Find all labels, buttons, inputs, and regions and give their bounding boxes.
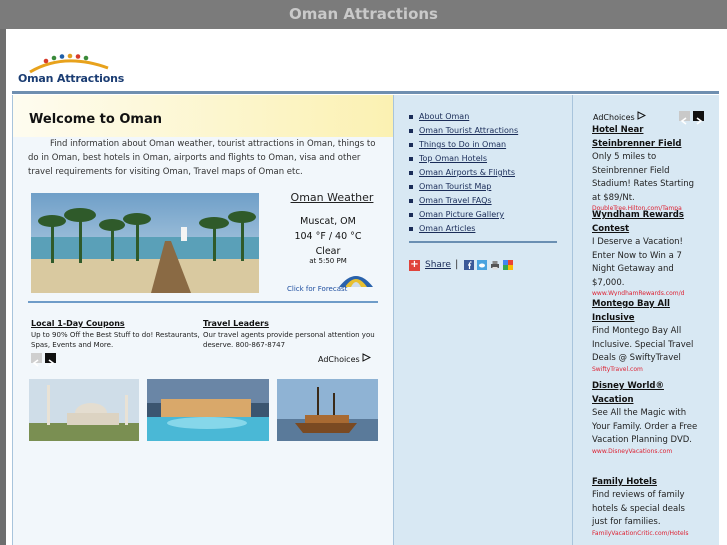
side-ad-wyndham[interactable]: Wyndham Rewards Contest I Deserve a Vaca… bbox=[592, 208, 702, 296]
side-ad-title[interactable]: Wyndham Rewards Contest bbox=[592, 208, 702, 236]
weather-city: Muscat, OM bbox=[300, 216, 356, 227]
ad-column: AdChoices Hotel Near Steinbrenner Field … bbox=[572, 95, 720, 545]
intro-text: Find information about Oman weather, tou… bbox=[28, 139, 376, 177]
nav-travel-faqs[interactable]: Oman Travel FAQs bbox=[409, 196, 518, 210]
share-plus-icon[interactable]: + bbox=[409, 260, 420, 271]
nav-label: Oman Articles bbox=[419, 224, 476, 233]
nav-picture-gallery[interactable]: Oman Picture Gallery bbox=[409, 210, 518, 224]
right-margin bbox=[719, 95, 727, 545]
twitter-icon[interactable] bbox=[477, 260, 487, 270]
resort-pool-photo[interactable] bbox=[147, 379, 269, 441]
bullet-icon bbox=[409, 184, 413, 189]
side-ad-montego[interactable]: Montego Bay All Inclusive Find Montego B… bbox=[592, 297, 702, 373]
weather-widget: Oman Weather Muscat, OM 104 °F / 40 °C C… bbox=[273, 191, 383, 265]
weather-title[interactable]: Oman Weather bbox=[281, 191, 383, 204]
side-ad-title[interactable]: Disney World® Vacation bbox=[592, 379, 702, 407]
header-divider bbox=[12, 91, 719, 94]
side-ad-body: Only 5 miles to Steinbrenner Field Stadi… bbox=[592, 152, 694, 203]
bullet-icon bbox=[409, 128, 413, 133]
nav-label: Oman Airports & Flights bbox=[419, 168, 515, 177]
nav-label: About Oman bbox=[419, 112, 470, 121]
adchoices-icon bbox=[637, 111, 647, 120]
weather-temperature: 104 °F / 40 °C bbox=[294, 231, 362, 242]
nav-column: About Oman Oman Tourist Attractions Thin… bbox=[393, 95, 572, 545]
forecast-link[interactable]: Click for Forecast bbox=[287, 285, 347, 293]
side-ad-family-hotels[interactable]: Family Hotels Find reviews of family hot… bbox=[592, 475, 702, 537]
ad-next-button[interactable] bbox=[45, 353, 56, 367]
side-ad-title[interactable]: Montego Bay All Inclusive bbox=[592, 297, 702, 325]
welcome-banner: Welcome to Oman bbox=[13, 95, 393, 137]
side-ad-body: Find Montego Bay All Inclusive. Special … bbox=[592, 326, 694, 363]
side-ad-disney[interactable]: Disney World® Vacation See All the Magic… bbox=[592, 379, 702, 454]
nav-top-hotels[interactable]: Top Oman Hotels bbox=[409, 154, 518, 168]
logo-arc-icon bbox=[29, 53, 109, 74]
content-divider bbox=[28, 301, 378, 303]
bullet-icon bbox=[409, 170, 413, 175]
window-title: Oman Attractions bbox=[289, 5, 438, 23]
nav-about-oman[interactable]: About Oman bbox=[409, 112, 518, 126]
bullet-icon bbox=[409, 114, 413, 119]
ad-body: Our travel agents provide personal atten… bbox=[203, 331, 375, 349]
side-ad-next-button[interactable] bbox=[693, 111, 704, 125]
nav-airports-flights[interactable]: Oman Airports & Flights bbox=[409, 168, 518, 182]
side-ad-title[interactable]: Family Hotels bbox=[592, 475, 702, 489]
nav-things-to-do[interactable]: Things to Do in Oman bbox=[409, 140, 518, 154]
bullet-icon bbox=[409, 156, 413, 161]
main-content: Welcome to Oman Find information about O… bbox=[12, 95, 393, 545]
bullet-icon bbox=[409, 142, 413, 147]
side-ad-url[interactable]: www.WyndhamRewards.com/d bbox=[592, 290, 702, 296]
ad-title[interactable]: Local 1-Day Coupons bbox=[31, 319, 201, 328]
share-link[interactable]: Share bbox=[425, 260, 451, 270]
weather-time: at 5:50 PM bbox=[309, 257, 347, 265]
weather-condition: Clear bbox=[315, 246, 341, 257]
page-title: Welcome to Oman bbox=[29, 112, 162, 127]
site-logo[interactable]: Oman Attractions bbox=[16, 52, 136, 86]
side-ad-title[interactable]: Hotel Near Steinbrenner Field bbox=[592, 123, 702, 151]
nav-label: Things to Do in Oman bbox=[419, 140, 507, 149]
nav-label: Oman Picture Gallery bbox=[419, 210, 505, 219]
adchoices-link[interactable]: AdChoices bbox=[318, 353, 372, 364]
adchoices-label: AdChoices bbox=[593, 113, 635, 122]
side-ad-hotel[interactable]: Hotel Near Steinbrenner Field Only 5 mil… bbox=[592, 123, 702, 211]
nav-tourist-attractions[interactable]: Oman Tourist Attractions bbox=[409, 126, 518, 140]
ad-coupons[interactable]: Local 1-Day Coupons Up to 90% Off the Be… bbox=[31, 319, 201, 350]
nav-label: Oman Tourist Map bbox=[419, 182, 492, 191]
ad-body: Up to 90% Off the Best Stuff to do! Rest… bbox=[31, 331, 200, 349]
side-ad-body: Find reviews of family hotels & special … bbox=[592, 490, 685, 527]
side-ad-url[interactable]: SwiftyTravel.com bbox=[592, 366, 702, 373]
bullet-icon bbox=[409, 212, 413, 217]
left-edge bbox=[0, 29, 6, 545]
share-separator: | bbox=[455, 259, 459, 270]
facebook-icon[interactable] bbox=[464, 260, 474, 270]
hero-beach-image bbox=[31, 193, 259, 293]
window-title-bar: Oman Attractions bbox=[0, 0, 727, 29]
nav-label: Oman Travel FAQs bbox=[419, 196, 492, 205]
nav-divider bbox=[409, 241, 557, 243]
print-icon[interactable] bbox=[490, 260, 500, 270]
harbor-dhow-photo[interactable] bbox=[277, 379, 378, 441]
side-ad-url[interactable]: FamilyVacationCritic.com/Hotels bbox=[592, 530, 702, 537]
chevron-right-icon bbox=[48, 359, 55, 367]
bullet-icon bbox=[409, 226, 413, 231]
adchoices-label: AdChoices bbox=[318, 355, 360, 364]
nav-label: Top Oman Hotels bbox=[419, 154, 488, 163]
nav-tourist-map[interactable]: Oman Tourist Map bbox=[409, 182, 518, 196]
side-ad-body: I Deserve a Vacation! Enter Now to Win a… bbox=[592, 237, 683, 288]
side-ad-url[interactable]: www.DisneyVacations.com bbox=[592, 448, 702, 454]
ad-prev-button[interactable] bbox=[31, 353, 42, 367]
nav-label: Oman Tourist Attractions bbox=[419, 126, 519, 135]
site-nav: About Oman Oman Tourist Attractions Thin… bbox=[409, 112, 518, 238]
mosque-photo[interactable] bbox=[29, 379, 139, 441]
google-bookmark-icon[interactable] bbox=[503, 260, 513, 270]
logo-text: Oman Attractions bbox=[18, 72, 125, 85]
bullet-icon bbox=[409, 198, 413, 203]
side-ad-body: See All the Magic with Your Family. Orde… bbox=[592, 408, 698, 445]
nav-articles[interactable]: Oman Articles bbox=[409, 224, 518, 238]
adchoices-link[interactable]: AdChoices bbox=[593, 111, 647, 122]
chevron-left-icon bbox=[32, 359, 39, 367]
adchoices-icon bbox=[362, 353, 372, 362]
ad-title[interactable]: Travel Leaders bbox=[203, 319, 378, 328]
side-ad-prev-button[interactable] bbox=[679, 111, 690, 125]
ad-travel-leaders[interactable]: Travel Leaders Our travel agents provide… bbox=[203, 319, 378, 350]
